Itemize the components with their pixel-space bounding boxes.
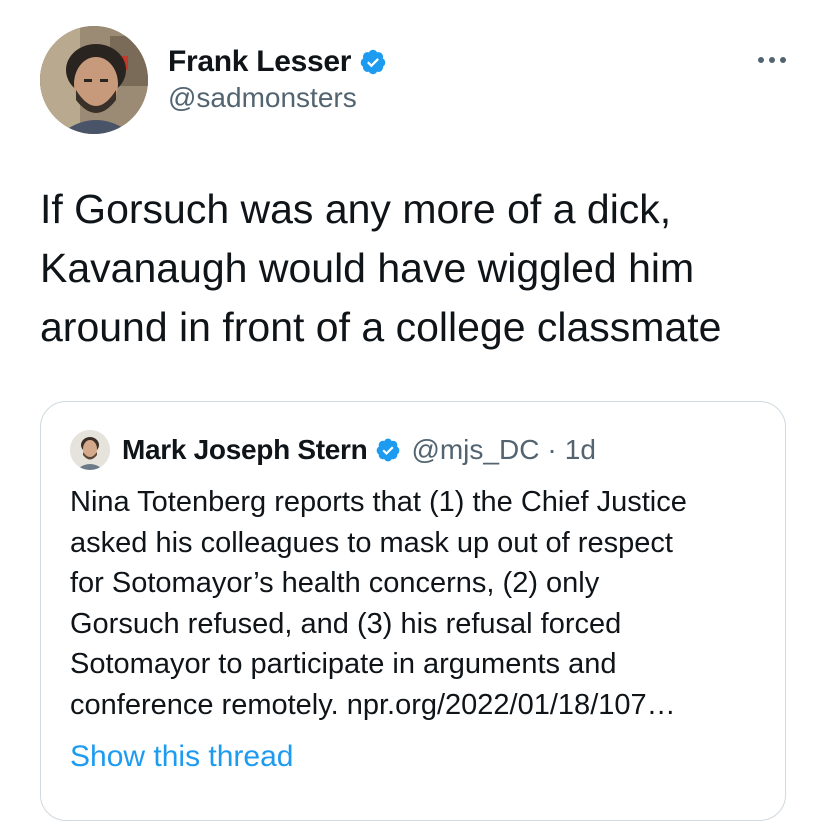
quoted-verified-badge-icon xyxy=(375,437,401,463)
quoted-tweet-text: Nina Totenberg reports that (1) the Chie… xyxy=(70,486,687,721)
author-handle[interactable]: @sadmonsters xyxy=(168,82,357,114)
tweet-card[interactable]: Frank Lesser @sadmonsters If Gorsuch was… xyxy=(0,0,828,821)
quoted-timestamp[interactable]: 1d xyxy=(565,434,596,466)
quoted-tweet[interactable]: Mark Joseph Stern @mjs_DC · 1d Nina Tote… xyxy=(40,401,786,821)
author-display-name[interactable]: Frank Lesser xyxy=(168,45,351,79)
quoted-author-avatar xyxy=(70,430,110,470)
quoted-author-handle[interactable]: @mjs_DC xyxy=(411,434,539,466)
quoted-tweet-header: Mark Joseph Stern @mjs_DC · 1d xyxy=(70,430,596,470)
verified-badge-icon xyxy=(359,48,387,76)
show-thread-link[interactable]: Show this thread xyxy=(70,740,293,774)
tweet-text: If Gorsuch was any more of a dick, Kavan… xyxy=(40,186,722,350)
quoted-author-display-name[interactable]: Mark Joseph Stern xyxy=(122,434,368,466)
author-avatar[interactable] xyxy=(40,26,148,134)
quoted-separator: · xyxy=(547,434,557,465)
more-horizontal-icon[interactable] xyxy=(752,48,792,72)
author-name-row: Frank Lesser xyxy=(168,42,387,82)
